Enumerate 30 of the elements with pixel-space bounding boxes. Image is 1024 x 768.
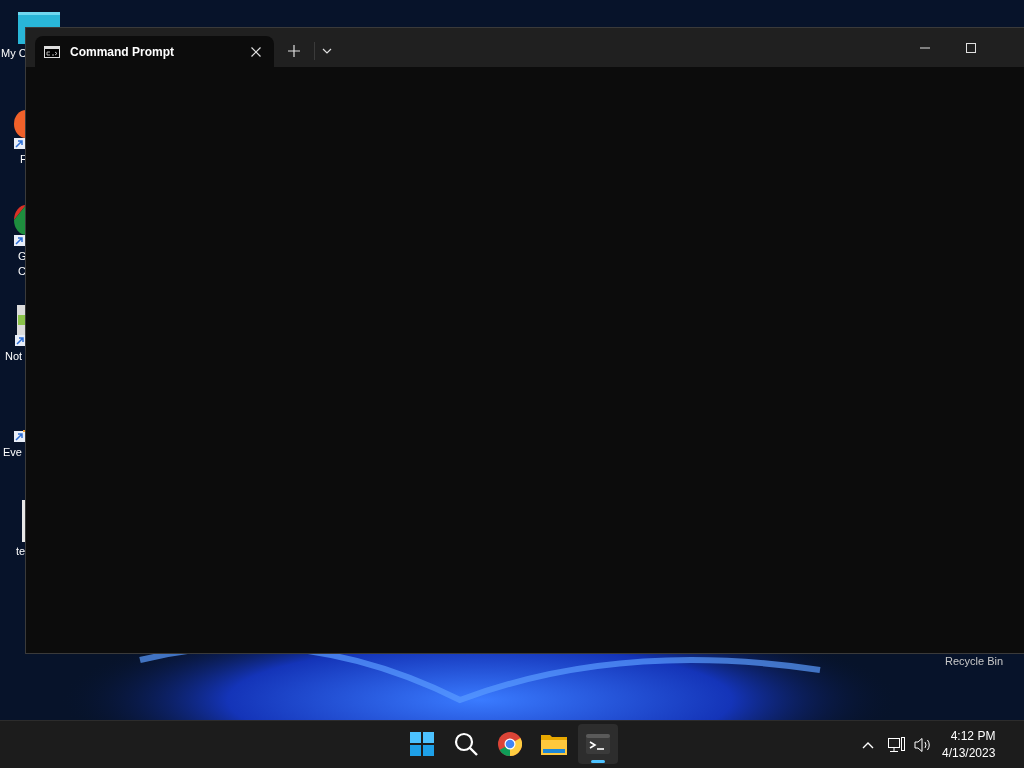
chevron-down-icon (322, 47, 332, 54)
search-icon (454, 732, 478, 756)
icon-label: C (18, 264, 27, 279)
running-indicator (591, 760, 605, 763)
clock-time: 4:12 PM (950, 728, 996, 745)
chrome-icon (498, 732, 522, 756)
clock-date: 4/13/2023 (942, 745, 996, 762)
windows-logo-icon (410, 732, 434, 756)
icon-label: te (16, 544, 26, 559)
shortcut-icon (14, 430, 26, 443)
network-icon[interactable] (888, 737, 906, 753)
folder-icon (541, 733, 567, 755)
console-icon (44, 45, 60, 58)
shortcut-icon (14, 110, 26, 150)
terminal-icon (586, 734, 610, 754)
taskbar-app-button[interactable] (578, 724, 618, 764)
tab[interactable]: Command Prompt (35, 36, 274, 67)
shortcut-icon (14, 205, 26, 247)
volume-icon[interactable] (914, 737, 932, 753)
icon-label: Not (5, 349, 23, 364)
clock[interactable]: 4:12 PM 4/13/2023 (942, 728, 998, 762)
tab-title: Command Prompt (70, 43, 175, 61)
chevron-up-icon (862, 741, 874, 749)
shortcut-icon (15, 305, 25, 347)
minimize-icon (920, 46, 930, 49)
icon-label: Recycle Bin (945, 655, 1004, 668)
maximize-icon (966, 42, 976, 53)
icon-label: Eve (3, 445, 22, 460)
plus-icon (288, 44, 300, 57)
close-icon (251, 46, 261, 57)
